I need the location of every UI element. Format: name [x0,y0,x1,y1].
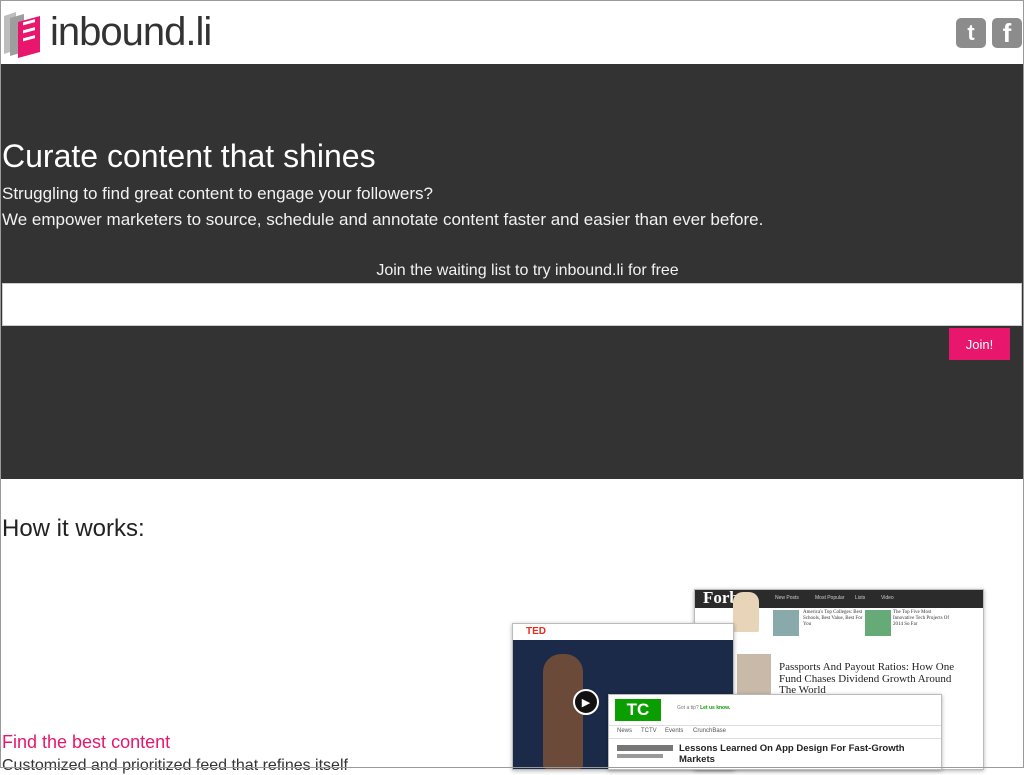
techcrunch-sidebar-item [617,754,663,758]
forbes-thumb [773,610,799,636]
forbes-teaser: America's Top Colleges: Best Schools, Be… [803,610,863,627]
techcrunch-tip-link: Let us know. [700,705,731,711]
play-icon: ▶ [573,689,599,715]
techcrunch-headline: Lessons Learned On App Design For Fast-G… [679,743,905,765]
logo[interactable]: inbound.li [2,6,212,58]
feature-description: Customized and prioritized feed that ref… [2,757,348,774]
site-header: inbound.li t f [0,0,1024,64]
forbes-nav-item: Most Popular [815,595,845,601]
join-button[interactable]: Join! [949,328,1010,360]
techcrunch-nav-item: News [617,728,633,734]
twitter-icon[interactable]: t [956,18,986,48]
forbes-nav-item: Lists [855,595,866,601]
hero-subtitle-1: Struggling to find great content to enga… [2,184,433,203]
techcrunch-sidebar-item [617,745,673,751]
techcrunch-logo: TC [615,699,661,721]
logo-mark-icon [4,12,40,58]
ted-brand: TED [526,626,546,637]
techcrunch-screenshot: TC Got a tip? Let us know. News TCTV Eve… [608,694,942,770]
techcrunch-tip-text: Got a tip? [677,705,699,711]
ted-topbar: TED [513,624,733,641]
techcrunch-tip: Got a tip? Let us know. [677,705,730,711]
hero-subtitle-2: We empower marketers to source, schedule… [2,210,764,229]
hero-section: Curate content that shines Struggling to… [0,64,1024,479]
forbes-headline: Passports And Payout Ratios: How One Fun… [779,661,955,696]
forbes-thumb [865,610,891,636]
how-it-works-title: How it works: [2,515,145,542]
forbes-author-photo [737,654,771,694]
techcrunch-nav: News TCTV Events CrunchBase [609,725,941,739]
join-label: Join the waiting list to try inbound.li … [376,262,679,279]
techcrunch-nav-item: TCTV [641,728,657,734]
techcrunch-nav-item: CrunchBase [693,728,727,734]
content-sources-collage: Forbes New Posts Most Popular Lists Vide… [512,589,984,770]
email-input[interactable] [2,283,1022,326]
forbes-teaser: The Top Five Most Innovative Tech Projec… [893,610,950,627]
forbes-nav-item: Video [881,595,894,601]
feature-title: Find the best content [2,732,171,752]
forbes-cover-image [733,592,759,632]
logo-text: inbound.li [50,9,212,54]
techcrunch-nav-item: Events [665,728,684,734]
facebook-icon[interactable]: f [992,18,1022,48]
hero-title: Curate content that shines [2,138,376,174]
forbes-nav-item: New Posts [775,595,799,601]
